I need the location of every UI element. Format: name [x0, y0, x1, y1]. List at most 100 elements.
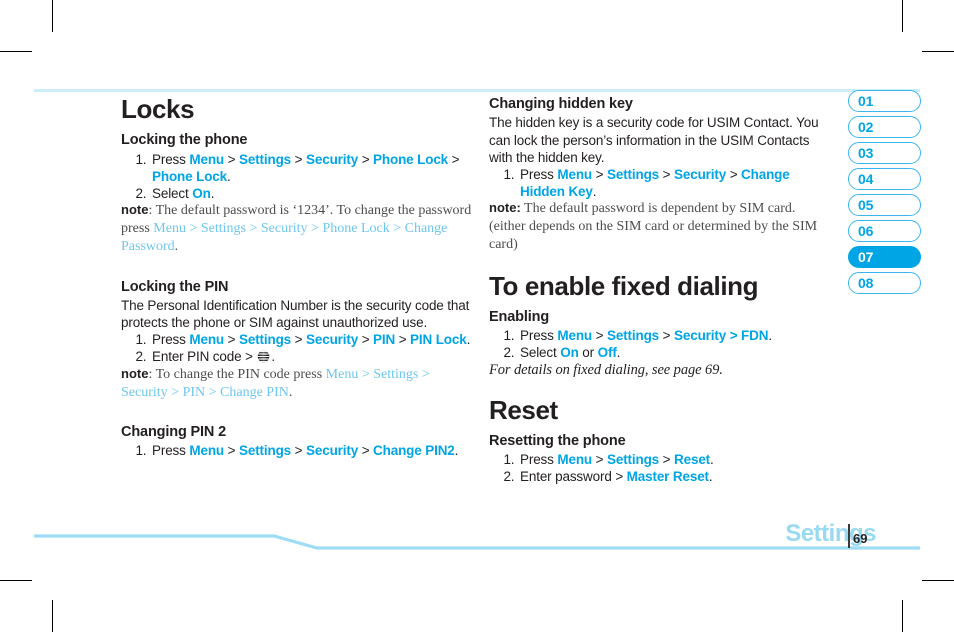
- menu-path-link[interactable]: Security: [306, 443, 358, 458]
- period: .: [454, 443, 459, 459]
- menu-path-link[interactable]: Settings: [607, 452, 659, 467]
- list-item: Enter password > Master Reset.: [518, 468, 834, 485]
- path-separator: >: [595, 328, 604, 344]
- crop-mark-bottom-left-vertical: [52, 600, 53, 632]
- chapter-tab-03[interactable]: 03: [848, 142, 921, 164]
- menu-path-link[interactable]: Menu: [557, 452, 592, 467]
- path-separator: >: [595, 452, 604, 468]
- period: .: [592, 183, 597, 199]
- list-item: Enter PIN code > .: [150, 348, 473, 365]
- menu-path-link[interactable]: Settings: [239, 332, 291, 347]
- menu-path-link[interactable]: Menu: [557, 328, 592, 343]
- path-separator: >: [361, 151, 370, 167]
- crop-mark-top-right-horizontal: [922, 51, 954, 52]
- period: .: [227, 168, 231, 184]
- steps-resetting-the-phone: Press Menu > Settings > Reset. Enter pas…: [489, 451, 834, 485]
- menu-path-link[interactable]: Phone Lock: [152, 169, 227, 184]
- path-separator: >: [294, 332, 303, 348]
- chapter-tab-05[interactable]: 05: [848, 194, 921, 216]
- body-changing-hidden-key: The hidden key is a security code for US…: [489, 115, 819, 165]
- note-label: note: [121, 365, 149, 381]
- menu-path-link[interactable]: Change PIN: [220, 385, 289, 400]
- menu-path-link[interactable]: Settings: [239, 152, 291, 167]
- att-globe-icon: [257, 350, 270, 363]
- chapter-tab-07[interactable]: 07: [848, 246, 921, 268]
- menu-value-link[interactable]: Off: [598, 345, 617, 360]
- page-number: 69: [853, 531, 868, 546]
- conjunction: or: [582, 345, 595, 361]
- menu-path-link[interactable]: PIN: [183, 385, 206, 400]
- crop-mark-bottom-left-horizontal: [0, 580, 32, 581]
- menu-path-link[interactable]: Menu: [153, 221, 186, 236]
- crop-mark-top-left-vertical: [52, 0, 53, 32]
- menu-path-link[interactable]: FDN: [741, 328, 768, 343]
- list-item: Select On or Off.: [518, 344, 834, 361]
- note-phone-lock-password: note: The default password is ‘1234’. To…: [121, 202, 473, 257]
- path-separator: >: [398, 332, 407, 348]
- chapter-tab-01[interactable]: 01: [848, 90, 921, 112]
- path-separator: >: [662, 328, 671, 344]
- path-separator: >: [189, 221, 198, 237]
- menu-path-link[interactable]: Reset: [674, 452, 710, 467]
- menu-path-link[interactable]: Master Reset: [627, 469, 709, 484]
- chapter-tab-04[interactable]: 04: [848, 168, 921, 190]
- menu-path-link[interactable]: Settings: [607, 328, 659, 343]
- period: .: [710, 452, 714, 468]
- step-verb: Press: [152, 151, 186, 167]
- menu-path-link[interactable]: Security: [121, 385, 168, 400]
- menu-path-link[interactable]: Menu: [326, 367, 359, 382]
- chapter-tab-08[interactable]: 08: [848, 272, 921, 294]
- step-verb: Press: [152, 332, 186, 348]
- menu-path-link[interactable]: Settings: [607, 167, 659, 182]
- menu-path-link[interactable]: Menu: [189, 152, 224, 167]
- menu-path-link[interactable]: Settings: [201, 221, 246, 236]
- path-separator: >: [171, 384, 180, 400]
- path-separator: >: [393, 221, 402, 237]
- menu-path-link[interactable]: Phone Lock: [322, 221, 389, 236]
- chapter-tab-02[interactable]: 02: [848, 116, 921, 138]
- menu-path-link[interactable]: Phone Lock: [373, 152, 448, 167]
- path-separator: >: [421, 366, 430, 382]
- path-separator: >: [729, 328, 738, 344]
- page-title-locks: Locks: [121, 94, 195, 124]
- heading-enabling: Enabling: [489, 308, 550, 325]
- path-separator: >: [208, 384, 217, 400]
- menu-value-link[interactable]: On: [560, 345, 579, 360]
- note-label: note:: [489, 200, 521, 216]
- path-separator: >: [311, 221, 319, 237]
- step-verb: Select: [520, 345, 557, 361]
- menu-path-link[interactable]: Settings: [373, 367, 418, 382]
- menu-path-link[interactable]: Settings: [239, 443, 291, 458]
- menu-value-link[interactable]: On: [192, 186, 211, 201]
- heading-locking-the-phone: Locking the phone: [121, 132, 248, 149]
- step-verb: Press: [520, 328, 554, 344]
- list-item: Press Menu > Settings > Security > FDN.: [518, 327, 834, 344]
- menu-path-link[interactable]: Security: [674, 167, 726, 182]
- page-title-fixed-dialing: To enable fixed dialing: [489, 270, 759, 301]
- menu-path-link[interactable]: Security: [674, 328, 726, 343]
- menu-path-link[interactable]: Menu: [189, 332, 224, 347]
- period: .: [616, 345, 621, 361]
- menu-path-link[interactable]: Security: [306, 332, 358, 347]
- heading-resetting-the-phone: Resetting the phone: [489, 432, 626, 449]
- path-separator: >: [615, 469, 624, 485]
- path-separator: >: [249, 221, 258, 237]
- steps-locking-the-pin: Press Menu > Settings > Security > PIN >…: [121, 331, 473, 365]
- menu-path-link[interactable]: Change PIN2: [373, 443, 455, 458]
- list-item: Press Menu > Settings > Security > Chang…: [518, 166, 834, 200]
- menu-path-link[interactable]: Security: [261, 221, 308, 236]
- period: .: [174, 239, 179, 255]
- left-column: Locks Locking the phone Press Menu > Set…: [121, 94, 473, 460]
- path-separator: >: [294, 443, 303, 459]
- menu-path-link[interactable]: Security: [306, 152, 358, 167]
- menu-path-link[interactable]: PIN Lock: [410, 332, 467, 347]
- steps-changing-hidden-key: Press Menu > Settings > Security > Chang…: [489, 166, 834, 200]
- steps-changing-pin-2: Press Menu > Settings > Security > Chang…: [121, 442, 473, 459]
- path-separator: >: [227, 332, 236, 348]
- chapter-tab-06[interactable]: 06: [848, 220, 921, 242]
- menu-path-link[interactable]: Menu: [557, 167, 592, 182]
- menu-path-link[interactable]: PIN: [373, 332, 395, 347]
- menu-path-link[interactable]: Menu: [189, 443, 224, 458]
